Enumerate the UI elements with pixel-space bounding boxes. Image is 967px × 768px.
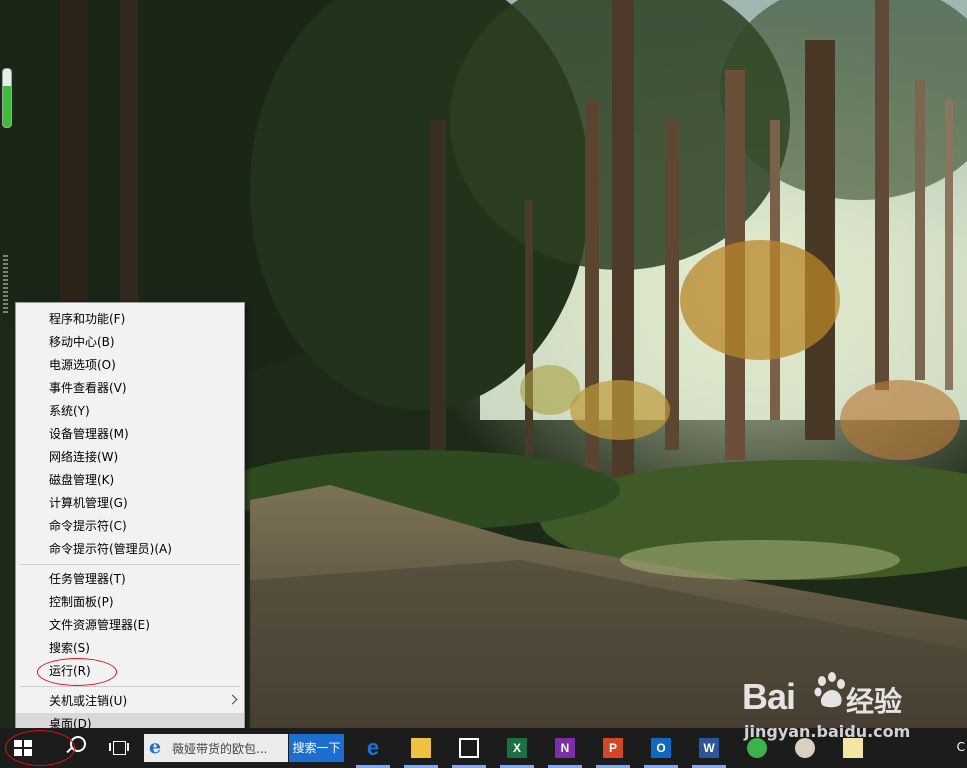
- menu-separator: [20, 686, 240, 687]
- gadget-handle[interactable]: [3, 255, 8, 313]
- taskbar-app-button[interactable]: [399, 728, 443, 768]
- menu-item-file-explorer[interactable]: 文件资源管理器(E): [16, 614, 244, 636]
- desktop[interactable]: 程序和功能(F) 移动中心(B) 电源选项(O) 事件查看器(V) 系统(Y) …: [0, 0, 967, 768]
- menu-item-label: 网络连接(W): [49, 450, 119, 464]
- menu-item-label: 磁盘管理(K): [49, 473, 115, 487]
- menu-item-label: 计算机管理(G): [49, 496, 128, 510]
- menu-item-computer-management[interactable]: 计算机管理(G): [16, 492, 244, 514]
- search-box-text: 薇娅带货的欧包...: [172, 742, 268, 756]
- menu-item-label: 命令提示符(C): [49, 519, 127, 533]
- menu-item-label: 电源选项(O): [49, 358, 116, 372]
- chevron-right-icon: [227, 694, 238, 705]
- menu-item-programs-features[interactable]: 程序和功能(F): [16, 308, 244, 330]
- baidu-paw-icon: [814, 672, 845, 708]
- baidu-url-text: jingyan.baidu.com: [744, 722, 911, 741]
- menu-item-network-connections[interactable]: 网络连接(W): [16, 446, 244, 468]
- outlook-icon: O: [651, 738, 671, 758]
- menu-item-disk-management[interactable]: 磁盘管理(K): [16, 469, 244, 491]
- taskbar-app-button[interactable]: P: [591, 728, 635, 768]
- task-view-frame: [113, 741, 126, 755]
- taskbar-app-button[interactable]: [447, 728, 491, 768]
- edge-icon: e: [366, 735, 380, 760]
- menu-item-device-manager[interactable]: 设备管理器(M): [16, 423, 244, 445]
- menu-item-shutdown-signout[interactable]: 关机或注销(U): [16, 690, 244, 712]
- menu-item-command-prompt[interactable]: 命令提示符(C): [16, 515, 244, 537]
- task-view-side: [109, 743, 111, 751]
- annotation-circle-run: [37, 658, 117, 686]
- baidu-logo-text: Bai: [742, 676, 796, 717]
- menu-item-control-panel[interactable]: 控制面板(P): [16, 591, 244, 613]
- menu-item-label: 系统(Y): [49, 404, 90, 418]
- menu-separator: [20, 564, 240, 565]
- ie-icon: e: [149, 736, 162, 758]
- taskbar-app-button[interactable]: e: [351, 728, 395, 768]
- menu-item-label: 控制面板(P): [49, 595, 114, 609]
- baidu-jingyan-text: 经验: [846, 685, 903, 718]
- taskbar-app-button[interactable]: W: [687, 728, 731, 768]
- word-icon: W: [699, 738, 719, 758]
- file-explorer-icon: [411, 738, 431, 758]
- browser-search-box[interactable]: e 薇娅带货的欧包...: [144, 734, 288, 762]
- menu-item-label: 设备管理器(M): [49, 427, 129, 441]
- menu-item-command-prompt-admin[interactable]: 命令提示符(管理员)(A): [16, 538, 244, 560]
- menu-item-label: 事件查看器(V): [49, 381, 127, 395]
- taskbar-app-button[interactable]: N: [543, 728, 587, 768]
- search-go-button[interactable]: 搜索一下: [289, 734, 344, 762]
- store-icon: [459, 738, 479, 758]
- powerpoint-icon: P: [603, 738, 623, 758]
- menu-item-event-viewer[interactable]: 事件查看器(V): [16, 377, 244, 399]
- menu-item-label: 程序和功能(F): [49, 312, 126, 326]
- menu-item-label: 关机或注销(U): [49, 694, 128, 708]
- task-view-side: [127, 743, 129, 751]
- excel-icon: X: [507, 738, 527, 758]
- menu-item-power-options[interactable]: 电源选项(O): [16, 354, 244, 376]
- battery-gadget[interactable]: [2, 68, 12, 128]
- menu-item-label: 移动中心(B): [49, 335, 115, 349]
- menu-item-label: 任务管理器(T): [49, 572, 126, 586]
- menu-item-label: 文件资源管理器(E): [49, 618, 150, 632]
- menu-item-search[interactable]: 搜索(S): [16, 637, 244, 659]
- taskbar-app-button[interactable]: X: [495, 728, 539, 768]
- tray-clock[interactable]: C: [957, 740, 965, 754]
- menu-item-task-manager[interactable]: 任务管理器(T): [16, 568, 244, 590]
- annotation-circle-start: [5, 730, 75, 766]
- menu-item-label: 搜索(S): [49, 641, 90, 655]
- onenote-icon: N: [555, 738, 575, 758]
- baidu-jingyan-watermark: Bai 经验 jingyan.baidu.com: [742, 668, 952, 746]
- menu-item-label: 命令提示符(管理员)(A): [49, 542, 172, 556]
- taskbar-app-button[interactable]: O: [639, 728, 683, 768]
- menu-item-system[interactable]: 系统(Y): [16, 400, 244, 422]
- battery-gadget-fill: [3, 86, 11, 127]
- menu-item-mobility-center[interactable]: 移动中心(B): [16, 331, 244, 353]
